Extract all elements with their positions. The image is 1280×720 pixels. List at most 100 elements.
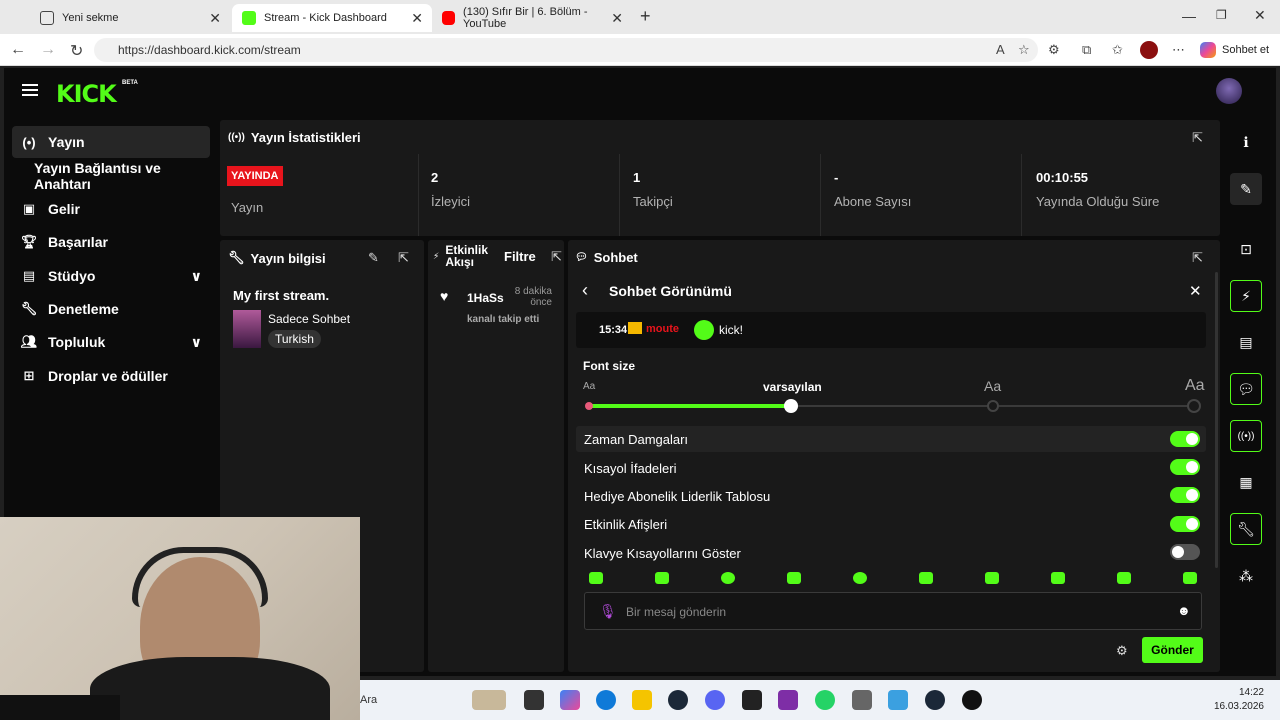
sidebar-item-topluluk[interactable]: 👥︎ Topluluk ∨ bbox=[12, 326, 210, 358]
emote-icon[interactable] bbox=[853, 572, 867, 584]
url-field[interactable]: https://dashboard.kick.com/stream bbox=[94, 38, 1038, 62]
collections-icon[interactable]: ⧉ bbox=[1082, 42, 1091, 58]
emote-icon[interactable] bbox=[721, 572, 735, 584]
scrollbar[interactable] bbox=[1215, 272, 1218, 568]
close-window-icon[interactable]: ✕ bbox=[1254, 7, 1266, 24]
popout-icon[interactable]: ⇱ bbox=[1192, 250, 1203, 266]
chat-title: 💬︎ Sohbet bbox=[575, 250, 638, 265]
whatsapp-icon[interactable] bbox=[815, 690, 835, 710]
chat-input-placeholder[interactable]: Bir mesaj gönderin bbox=[626, 605, 726, 619]
emote-icon[interactable] bbox=[985, 572, 999, 584]
close-icon[interactable]: ✕ bbox=[1189, 282, 1202, 300]
sidebar-item-denetleme[interactable]: 🔧︎ Denetleme bbox=[12, 293, 210, 325]
maximize-icon[interactable]: ❐ bbox=[1216, 8, 1227, 22]
task-view-icon[interactable] bbox=[524, 690, 544, 710]
tab-youtube[interactable]: (130) Sıfır Bir | 6. Bölüm - YouTube ✕ bbox=[432, 4, 632, 32]
epic-games-icon[interactable] bbox=[742, 690, 762, 710]
tab-label: (130) Sıfır Bir | 6. Bölüm - YouTube bbox=[463, 6, 588, 30]
event-user[interactable]: 1HaSs bbox=[467, 291, 504, 305]
emote-icon[interactable] bbox=[1183, 572, 1197, 584]
sidebar-item-studyo[interactable]: ▤ Stüdyo ∨ bbox=[12, 260, 210, 292]
copilot-app-icon[interactable] bbox=[560, 690, 580, 710]
layout-icon[interactable]: ▦ bbox=[1230, 466, 1262, 498]
sidebar-item-gelir[interactable]: ▣ Gelir bbox=[12, 193, 210, 225]
extensions-icon[interactable]: ⚙ bbox=[1048, 42, 1060, 58]
setting-label: Kısayol İfadeleri bbox=[584, 461, 677, 476]
minimize-icon[interactable]: — bbox=[1182, 8, 1196, 24]
edge-icon[interactable] bbox=[596, 690, 616, 710]
slider-stop bbox=[585, 402, 593, 410]
read-aloud-icon[interactable]: A bbox=[996, 42, 1005, 57]
close-icon[interactable]: ✕ bbox=[611, 10, 623, 27]
new-tab-button[interactable]: + bbox=[640, 6, 651, 27]
close-icon[interactable]: ✕ bbox=[411, 10, 423, 27]
profile-avatar[interactable] bbox=[1140, 41, 1158, 59]
slider-thumb[interactable] bbox=[784, 399, 798, 413]
kick-logo[interactable]: KICK bbox=[56, 80, 117, 108]
photos-icon[interactable] bbox=[852, 690, 872, 710]
popout-icon[interactable]: ⇱ bbox=[551, 249, 562, 265]
category-name[interactable]: Sadece Sohbet bbox=[268, 312, 350, 326]
clock-date: 16.03.2026 bbox=[1213, 701, 1264, 712]
emote-icon[interactable] bbox=[589, 572, 603, 584]
microphone-icon[interactable]: 🎙︎ bbox=[599, 603, 617, 620]
notes-icon[interactable]: ▤ bbox=[1230, 326, 1262, 358]
more-icon[interactable]: ⋯ bbox=[1172, 42, 1185, 58]
emote-icon[interactable] bbox=[919, 572, 933, 584]
category-thumbnail bbox=[233, 310, 261, 348]
emote-shortcuts-toggle[interactable] bbox=[1170, 459, 1200, 475]
popout-icon[interactable]: ⇱ bbox=[1192, 130, 1203, 146]
broadcast-tool-icon[interactable]: ((•)) bbox=[1230, 420, 1262, 452]
search-highlight-icon[interactable] bbox=[472, 690, 506, 710]
popout-icon[interactable]: ⇱ bbox=[398, 250, 409, 266]
taskbar-search[interactable]: Ara bbox=[360, 694, 377, 706]
forward-icon[interactable]: → bbox=[40, 41, 56, 59]
steam-alt-icon[interactable] bbox=[925, 690, 945, 710]
keyboard-shortcuts-toggle[interactable] bbox=[1170, 544, 1200, 560]
steam-icon[interactable] bbox=[668, 690, 688, 710]
send-button[interactable]: Gönder bbox=[1142, 637, 1203, 663]
emote-icon[interactable] bbox=[1117, 572, 1131, 584]
timestamps-toggle[interactable] bbox=[1170, 431, 1200, 447]
event-banners-toggle[interactable] bbox=[1170, 516, 1200, 532]
sidebar-item-droplar[interactable]: ⊞ Droplar ve ödüller bbox=[12, 360, 210, 392]
favorites-icon[interactable]: ✩ bbox=[1112, 42, 1123, 58]
app-icon[interactable] bbox=[778, 690, 798, 710]
sidebar-item-label: Başarılar bbox=[48, 234, 108, 250]
lightning-icon[interactable]: ⚡︎ bbox=[1230, 280, 1262, 312]
file-explorer-icon[interactable] bbox=[632, 690, 652, 710]
obs-icon[interactable] bbox=[962, 690, 982, 710]
reload-icon[interactable]: ↻ bbox=[70, 41, 83, 61]
hamburger-menu-icon[interactable] bbox=[22, 84, 38, 96]
tab-new[interactable]: Yeni sekme ✕ bbox=[30, 4, 230, 32]
gift-leaderboard-toggle[interactable] bbox=[1170, 487, 1200, 503]
emote-icon[interactable] bbox=[787, 572, 801, 584]
edit-icon[interactable]: ✎ bbox=[368, 250, 379, 266]
stat-label: Abone Sayısı bbox=[834, 194, 912, 209]
close-icon[interactable]: ✕ bbox=[209, 10, 221, 27]
user-avatar[interactable] bbox=[1216, 78, 1242, 104]
favorite-icon[interactable]: ☆ bbox=[1018, 42, 1030, 58]
chat-input-box[interactable]: 🎙︎ Bir mesaj gönderin ☻ bbox=[584, 592, 1202, 630]
chat-tool-icon[interactable]: 💬︎ bbox=[1230, 373, 1262, 405]
edit-icon[interactable]: ✎ bbox=[1230, 173, 1262, 205]
capture-icon[interactable]: ⊡ bbox=[1230, 233, 1262, 265]
discord-icon[interactable] bbox=[705, 690, 725, 710]
filter-button[interactable]: Filtre bbox=[504, 249, 536, 264]
sidebar-item-basarilar[interactable]: 🏆︎ Başarılar bbox=[12, 226, 210, 258]
gear-icon[interactable]: ⚙ bbox=[1116, 643, 1128, 659]
back-arrow-icon[interactable]: ‹ bbox=[582, 280, 588, 301]
panel-title: Etkinlik Akışı bbox=[445, 243, 489, 269]
info-icon[interactable]: ℹ bbox=[1230, 126, 1262, 158]
sidebar-item-yayin[interactable]: (•) Yayın bbox=[12, 126, 210, 158]
emote-icon[interactable] bbox=[655, 572, 669, 584]
tab-kick[interactable]: Stream - Kick Dashboard ✕ bbox=[232, 4, 432, 32]
copilot-button[interactable]: Sohbet et bbox=[1200, 39, 1269, 61]
share-icon[interactable]: ⁂ bbox=[1230, 560, 1262, 592]
sidebar-item-stream-key[interactable]: Yayın Bağlantısı ve Anahtarı bbox=[12, 160, 210, 192]
emoji-icon[interactable]: ☻ bbox=[1177, 603, 1191, 618]
wrench-tool-icon[interactable]: 🔧︎ bbox=[1230, 513, 1262, 545]
emote-icon[interactable] bbox=[1051, 572, 1065, 584]
settings-app-icon[interactable] bbox=[888, 690, 908, 710]
back-icon[interactable]: ← bbox=[10, 41, 26, 59]
